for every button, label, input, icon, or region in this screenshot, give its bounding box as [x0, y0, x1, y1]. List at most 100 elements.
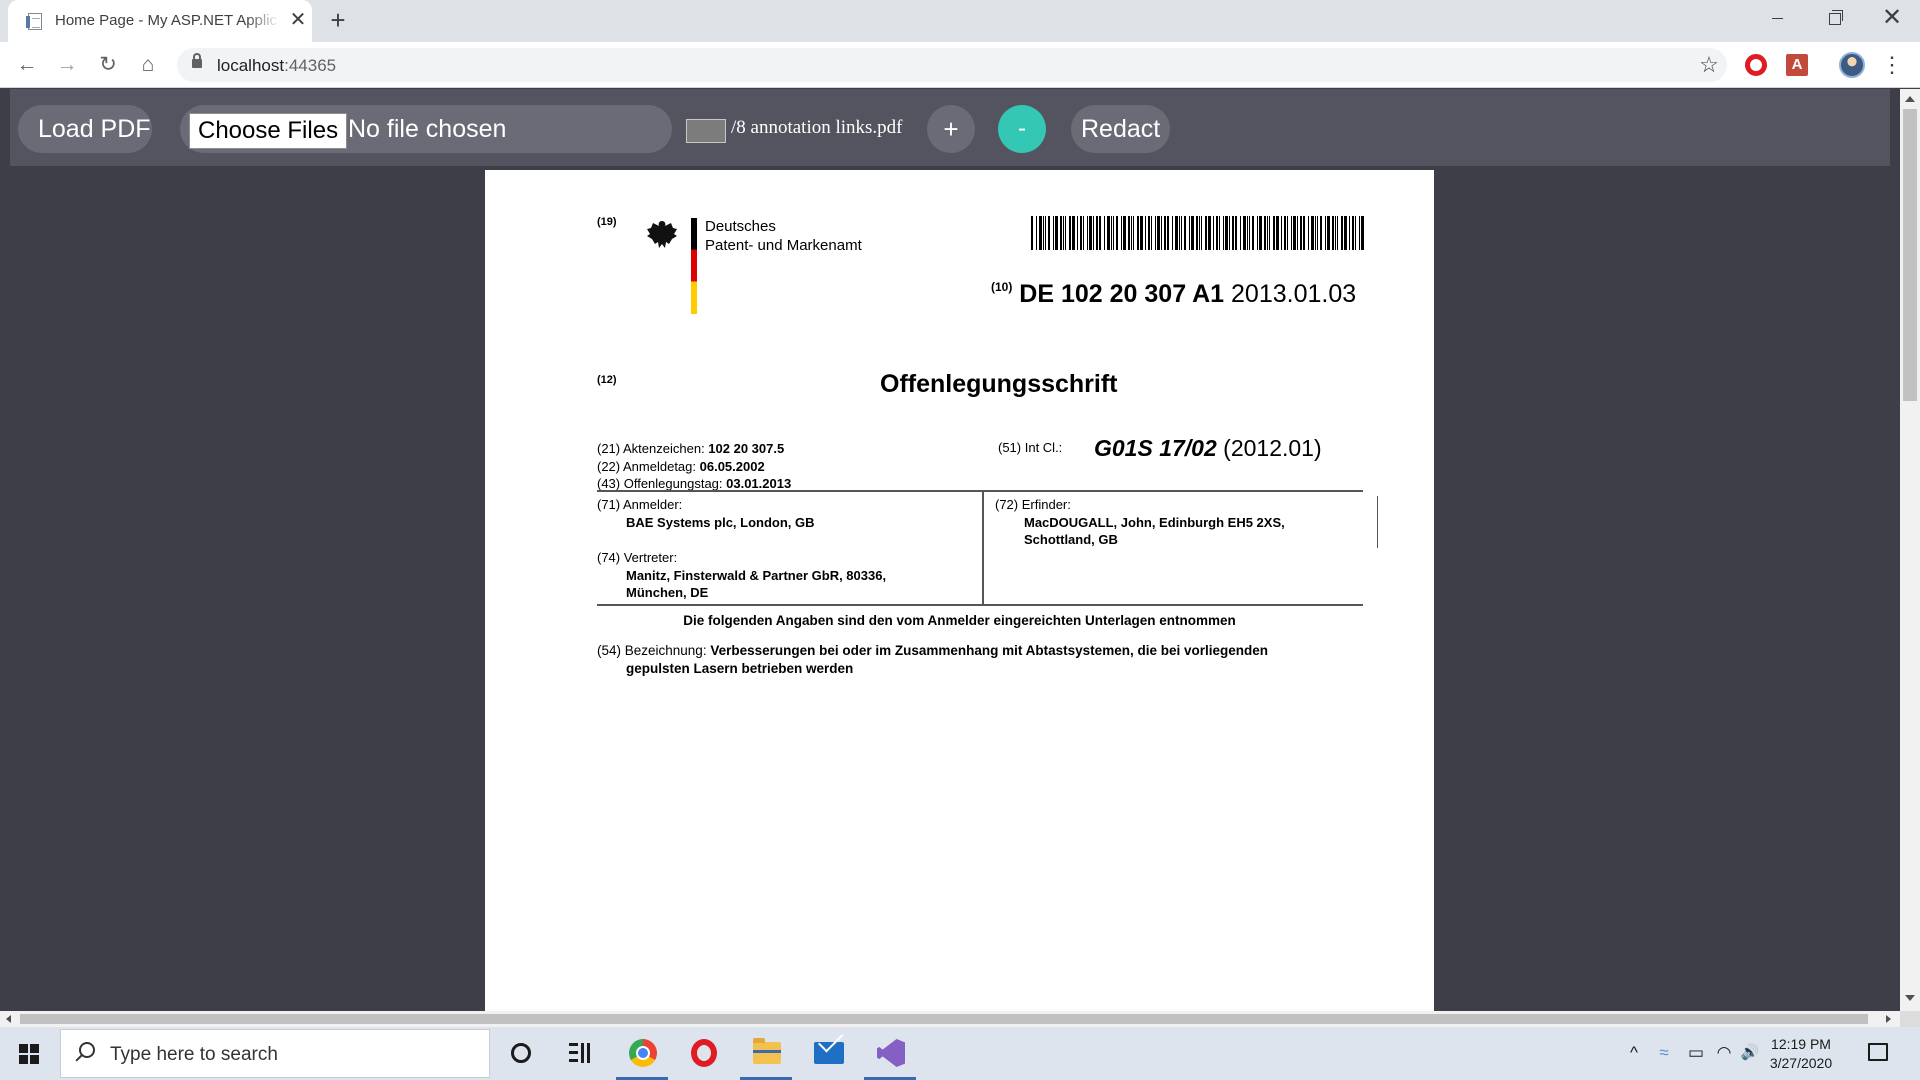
- barcode-bar: [1235, 216, 1237, 250]
- barcode-bar: [1179, 216, 1180, 250]
- scrollbar-corner: [1900, 1011, 1920, 1027]
- reload-icon[interactable]: ↻: [93, 50, 123, 80]
- restore-button[interactable]: [1805, 0, 1861, 36]
- barcode-bar: [1184, 216, 1186, 250]
- barcode-bar: [1137, 216, 1139, 250]
- vertical-scroll-thumb[interactable]: [1903, 109, 1917, 401]
- system-clock[interactable]: 12:19 PM 3/27/2020: [1756, 1035, 1846, 1073]
- scroll-right-icon[interactable]: [1886, 1015, 1891, 1023]
- document-number: DE 102 20 307 A1: [1019, 280, 1225, 308]
- opera-icon: [691, 1039, 717, 1067]
- url-text[interactable]: localhost:44365: [217, 56, 336, 76]
- visual-studio-icon: [877, 1039, 905, 1067]
- representative-label: (74) Vertreter:: [597, 550, 678, 565]
- barcode-bar: [1191, 216, 1194, 250]
- barcode-bar: [1205, 216, 1207, 250]
- barcode-bar: [1116, 216, 1118, 250]
- home-icon[interactable]: ⌂: [133, 50, 163, 80]
- scroll-down-icon[interactable]: [1905, 995, 1915, 1001]
- task-view-bar: [569, 1043, 578, 1046]
- taskbar-search-box[interactable]: Type here to search: [60, 1029, 490, 1078]
- title-text-1: Verbesserungen bei oder im Zusammenhang …: [710, 643, 1268, 658]
- mail-taskbar-app[interactable]: [798, 1027, 858, 1080]
- barcode-bar: [1267, 216, 1268, 250]
- window-close-button[interactable]: ✕: [1864, 0, 1920, 36]
- vertical-scrollbar[interactable]: [1900, 89, 1920, 1011]
- scroll-up-icon[interactable]: [1905, 96, 1915, 102]
- back-icon[interactable]: ←: [12, 50, 42, 80]
- redact-button[interactable]: Redact: [1071, 105, 1170, 153]
- url-host: localhost: [217, 56, 285, 75]
- chrome-taskbar-app[interactable]: [612, 1027, 672, 1080]
- load-pdf-button[interactable]: Load PDF: [18, 105, 152, 153]
- visual-studio-taskbar-app[interactable]: [860, 1027, 920, 1080]
- opera-taskbar-app[interactable]: [674, 1027, 734, 1080]
- browser-toolbar: ← → ↻ ⌂ localhost:44365 ☆ A ⋮: [0, 42, 1920, 88]
- barcode-bar: [1111, 216, 1112, 250]
- barcode-bar: [1325, 216, 1326, 250]
- pdf-extension-icon[interactable]: A: [1786, 54, 1808, 76]
- windows-start-icon[interactable]: [19, 1044, 39, 1064]
- opera-extension-icon[interactable]: [1745, 54, 1767, 76]
- horizontal-scroll-thumb[interactable]: [20, 1014, 1868, 1024]
- page-favicon-icon: [26, 13, 42, 30]
- bookmark-star-icon[interactable]: ☆: [1694, 50, 1724, 80]
- barcode-bar: [1225, 216, 1228, 250]
- barcode-bar: [1247, 216, 1248, 250]
- barcode-bar: [1099, 216, 1101, 250]
- minimize-button[interactable]: [1749, 0, 1805, 36]
- battery-icon[interactable]: ▭: [1684, 1043, 1708, 1063]
- barcode-bar: [1157, 216, 1160, 250]
- tray-chevron-icon[interactable]: ^: [1624, 1043, 1644, 1063]
- pdf-page: (19) Deutsches Patent- und Markenamt (10…: [485, 170, 1434, 1012]
- barcode-bar: [1315, 216, 1316, 250]
- forward-icon[interactable]: →: [52, 50, 82, 80]
- barcode-bar: [1337, 216, 1338, 250]
- start-tile: [19, 1044, 28, 1053]
- file-input[interactable]: Choose Files No file chosen: [180, 105, 672, 153]
- choose-files-button[interactable]: Choose Files: [189, 113, 348, 149]
- barcode-bar: [1291, 216, 1292, 250]
- network-activity-icon[interactable]: ≈: [1654, 1043, 1674, 1063]
- meta-value: 102 20 307.5: [708, 441, 785, 456]
- notification-center-icon[interactable]: [1868, 1043, 1888, 1061]
- chrome-icon: [629, 1039, 657, 1067]
- zoom-out-button[interactable]: -: [998, 105, 1046, 153]
- scroll-left-icon[interactable]: [6, 1015, 11, 1023]
- horizontal-scrollbar[interactable]: [0, 1011, 1900, 1027]
- lock-icon[interactable]: [192, 53, 202, 68]
- tag-10: (10): [991, 280, 1013, 294]
- barcode-bar: [1264, 216, 1266, 250]
- menu-dots-icon[interactable]: ⋮: [1880, 51, 1904, 79]
- barcode-bar: [1161, 216, 1162, 250]
- barcode-bar: [1223, 216, 1224, 250]
- barcode-bar: [1199, 216, 1200, 250]
- browser-tab[interactable]: Home Page - My ASP.NET Applic ✕: [8, 0, 312, 42]
- barcode-bar: [1045, 216, 1046, 250]
- zoom-in-button[interactable]: +: [927, 105, 975, 153]
- wifi-icon[interactable]: ◠: [1714, 1043, 1734, 1063]
- address-bar[interactable]: localhost:44365: [177, 48, 1727, 82]
- barcode-bar: [1219, 216, 1220, 250]
- barcode-bar: [1243, 216, 1246, 250]
- barcode-bar: [1175, 216, 1178, 250]
- task-view-icon[interactable]: [569, 1043, 591, 1063]
- barcode-bar: [1349, 216, 1350, 250]
- profile-avatar[interactable]: [1839, 52, 1865, 78]
- file-explorer-taskbar-app[interactable]: [736, 1027, 796, 1080]
- windows-taskbar: Type here to search ^ ≈ ▭ ◠ 🔊 12:19 PM 3…: [0, 1027, 1920, 1080]
- barcode-bar: [1311, 216, 1314, 250]
- no-file-chosen-label: No file chosen: [348, 115, 507, 143]
- document-type: Offenlegungsschrift: [880, 370, 1118, 398]
- cortana-icon[interactable]: [511, 1043, 531, 1063]
- barcode-bar: [1123, 216, 1126, 250]
- task-view-bar: [581, 1043, 584, 1063]
- barcode-bar: [1240, 216, 1241, 250]
- search-icon: [79, 1042, 95, 1058]
- barcode-bar: [1107, 216, 1110, 250]
- tab-close-icon[interactable]: ✕: [287, 9, 309, 31]
- new-tab-button[interactable]: +: [324, 6, 352, 34]
- representative-line-1: Manitz, Finsterwald & Partner GbR, 80336…: [626, 567, 887, 583]
- barcode-bar: [1259, 216, 1262, 250]
- page-number-input[interactable]: [686, 119, 726, 143]
